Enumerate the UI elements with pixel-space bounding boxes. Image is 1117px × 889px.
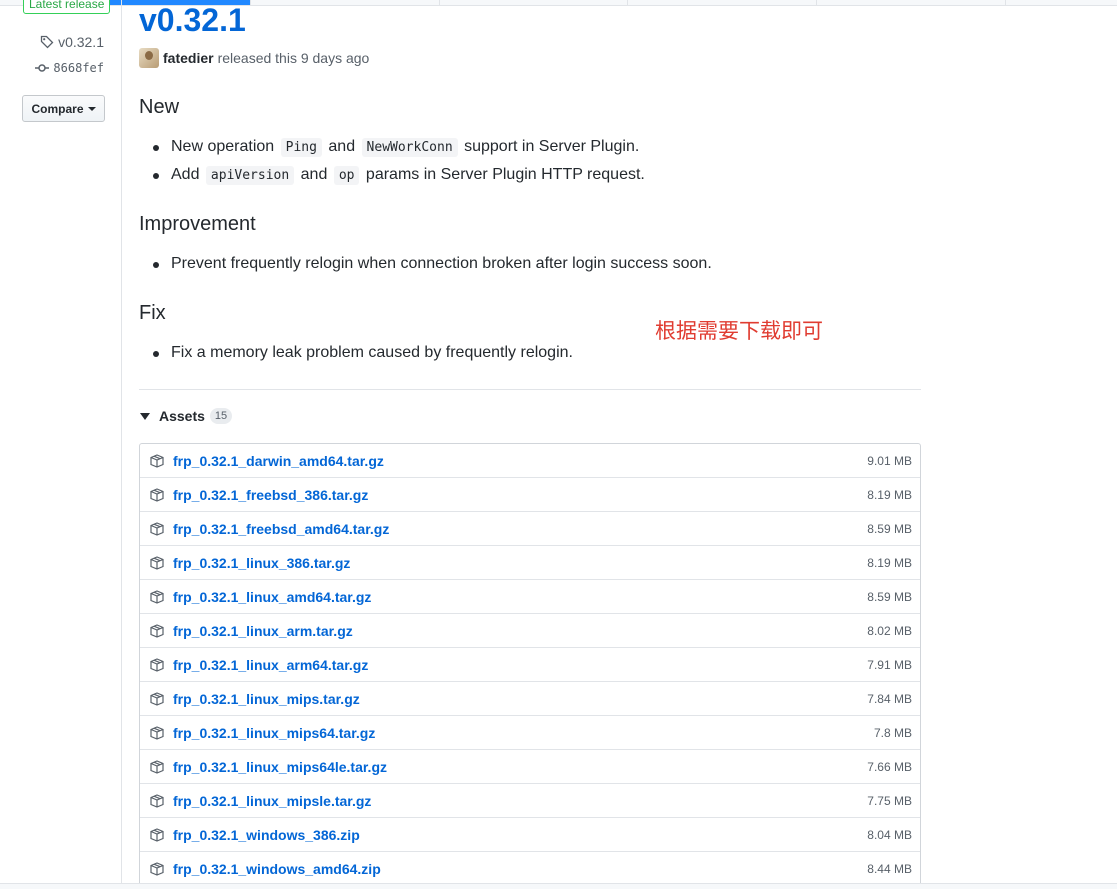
commit-sha: 8668fef — [53, 61, 104, 75]
package-icon — [149, 725, 165, 741]
caret-down-icon — [87, 106, 96, 111]
released-time: released this 9 days ago — [217, 50, 370, 66]
section-heading-new: New — [139, 96, 180, 118]
avatar[interactable] — [139, 48, 159, 68]
asset-download-link[interactable]: frp_0.32.1_linux_amd64.tar.gz — [173, 589, 867, 605]
asset-row: frp_0.32.1_linux_amd64.tar.gz 8.59 MB — [140, 580, 920, 614]
asset-row: frp_0.32.1_linux_arm.tar.gz 8.02 MB — [140, 614, 920, 648]
fix-list: Fix a memory leak problem caused by freq… — [139, 339, 573, 367]
section-heading-fix: Fix — [139, 302, 166, 324]
asset-size: 8.02 MB — [867, 623, 912, 638]
package-icon — [149, 861, 165, 877]
asset-size: 8.59 MB — [867, 589, 912, 604]
asset-download-link[interactable]: frp_0.32.1_linux_386.tar.gz — [173, 555, 867, 571]
list-item: Fix a memory leak problem caused by freq… — [139, 339, 573, 367]
strip-divider — [1005, 0, 1006, 6]
compare-button[interactable]: Compare — [22, 95, 105, 122]
author-link[interactable]: fatedier — [163, 50, 214, 66]
assets-label: Assets — [159, 408, 205, 424]
asset-row: frp_0.32.1_linux_mips.tar.gz 7.84 MB — [140, 682, 920, 716]
annotation-text: 根据需要下载即可 — [655, 319, 823, 343]
bottom-edge — [0, 883, 1117, 889]
asset-download-link[interactable]: frp_0.32.1_linux_arm64.tar.gz — [173, 657, 867, 673]
package-icon — [149, 691, 165, 707]
asset-download-link[interactable]: frp_0.32.1_linux_mips.tar.gz — [173, 691, 867, 707]
asset-row: frp_0.32.1_freebsd_386.tar.gz 8.19 MB — [140, 478, 920, 512]
asset-size: 8.44 MB — [867, 862, 912, 876]
asset-size: 7.66 MB — [867, 759, 912, 774]
asset-download-link[interactable]: frp_0.32.1_linux_mips64.tar.gz — [173, 725, 874, 741]
asset-row: frp_0.32.1_linux_mips64le.tar.gz 7.66 MB — [140, 750, 920, 784]
list-item: Add apiVersion and op params in Server P… — [139, 161, 645, 189]
asset-download-link[interactable]: frp_0.32.1_linux_mipsle.tar.gz — [173, 793, 867, 809]
asset-row: frp_0.32.1_darwin_amd64.tar.gz 9.01 MB — [140, 444, 920, 478]
asset-size: 7.84 MB — [867, 691, 912, 706]
package-icon — [149, 759, 165, 775]
asset-size: 8.04 MB — [867, 827, 912, 842]
asset-download-link[interactable]: frp_0.32.1_windows_amd64.zip — [173, 861, 867, 877]
inline-code: NewWorkConn — [361, 138, 458, 157]
tag-label: v0.32.1 — [58, 34, 104, 50]
strip-divider — [627, 0, 628, 6]
asset-size: 8.19 MB — [867, 555, 912, 570]
assets-count-badge: 15 — [209, 408, 233, 424]
asset-row: frp_0.32.1_windows_386.zip 8.04 MB — [140, 818, 920, 852]
triangle-down-icon — [140, 412, 150, 420]
package-icon — [149, 555, 165, 571]
package-icon — [149, 827, 165, 843]
asset-download-link[interactable]: frp_0.32.1_freebsd_amd64.tar.gz — [173, 521, 867, 537]
inline-code: Ping — [280, 138, 322, 157]
strip-divider — [439, 0, 440, 6]
list-item: Prevent frequently relogin when connecti… — [139, 250, 712, 278]
asset-row: frp_0.32.1_freebsd_amd64.tar.gz 8.59 MB — [140, 512, 920, 546]
asset-size: 7.75 MB — [867, 793, 912, 808]
release-sidebar: Latest release v0.32.1 8668fef Compare — [0, 0, 122, 889]
list-item: New operation Ping and NewWorkConn suppo… — [139, 133, 645, 161]
git-commit-icon — [35, 63, 50, 73]
inline-code: apiVersion — [205, 166, 295, 185]
asset-download-link[interactable]: frp_0.32.1_windows_386.zip — [173, 827, 867, 843]
asset-row: frp_0.32.1_linux_386.tar.gz 8.19 MB — [140, 546, 920, 580]
release-tag[interactable]: v0.32.1 — [40, 34, 104, 50]
asset-download-link[interactable]: frp_0.32.1_linux_arm.tar.gz — [173, 623, 867, 639]
section-heading-improvement: Improvement — [139, 213, 256, 235]
strip-divider — [816, 0, 817, 6]
asset-size: 9.01 MB — [867, 453, 912, 468]
package-icon — [149, 589, 165, 605]
tag-icon — [40, 35, 54, 49]
package-icon — [149, 521, 165, 537]
assets-list: frp_0.32.1_darwin_amd64.tar.gz 9.01 MB frp… — [139, 443, 921, 887]
release-title[interactable]: v0.32.1 — [139, 0, 246, 40]
strip-divider — [250, 0, 251, 6]
asset-download-link[interactable]: frp_0.32.1_freebsd_386.tar.gz — [173, 487, 867, 503]
asset-row: frp_0.32.1_linux_mipsle.tar.gz 7.75 MB — [140, 784, 920, 818]
package-icon — [149, 487, 165, 503]
divider — [139, 389, 921, 390]
asset-row: frp_0.32.1_linux_arm64.tar.gz 7.91 MB — [140, 648, 920, 682]
latest-release-badge: Latest release — [23, 0, 111, 14]
compare-label: Compare — [31, 101, 84, 116]
package-icon — [149, 657, 165, 673]
asset-row: frp_0.32.1_linux_mips64.tar.gz 7.8 MB — [140, 716, 920, 750]
asset-size: 8.19 MB — [867, 487, 912, 502]
package-icon — [149, 623, 165, 639]
asset-download-link[interactable]: frp_0.32.1_linux_mips64le.tar.gz — [173, 759, 867, 775]
new-list: New operation Ping and NewWorkConn suppo… — [139, 133, 645, 189]
asset-row: frp_0.32.1_windows_amd64.zip 8.44 MB — [140, 852, 920, 886]
release-commit[interactable]: 8668fef — [35, 61, 104, 75]
asset-download-link[interactable]: frp_0.32.1_darwin_amd64.tar.gz — [173, 453, 867, 469]
improvement-list: Prevent frequently relogin when connecti… — [139, 250, 712, 278]
asset-size: 7.91 MB — [867, 657, 912, 672]
package-icon — [149, 453, 165, 469]
asset-size: 8.59 MB — [867, 521, 912, 536]
inline-code: op — [333, 166, 360, 185]
assets-toggle[interactable]: Assets 15 — [139, 408, 233, 424]
release-meta: fatedier released this 9 days ago — [139, 48, 369, 68]
asset-size: 7.8 MB — [873, 725, 912, 740]
package-icon — [149, 793, 165, 809]
